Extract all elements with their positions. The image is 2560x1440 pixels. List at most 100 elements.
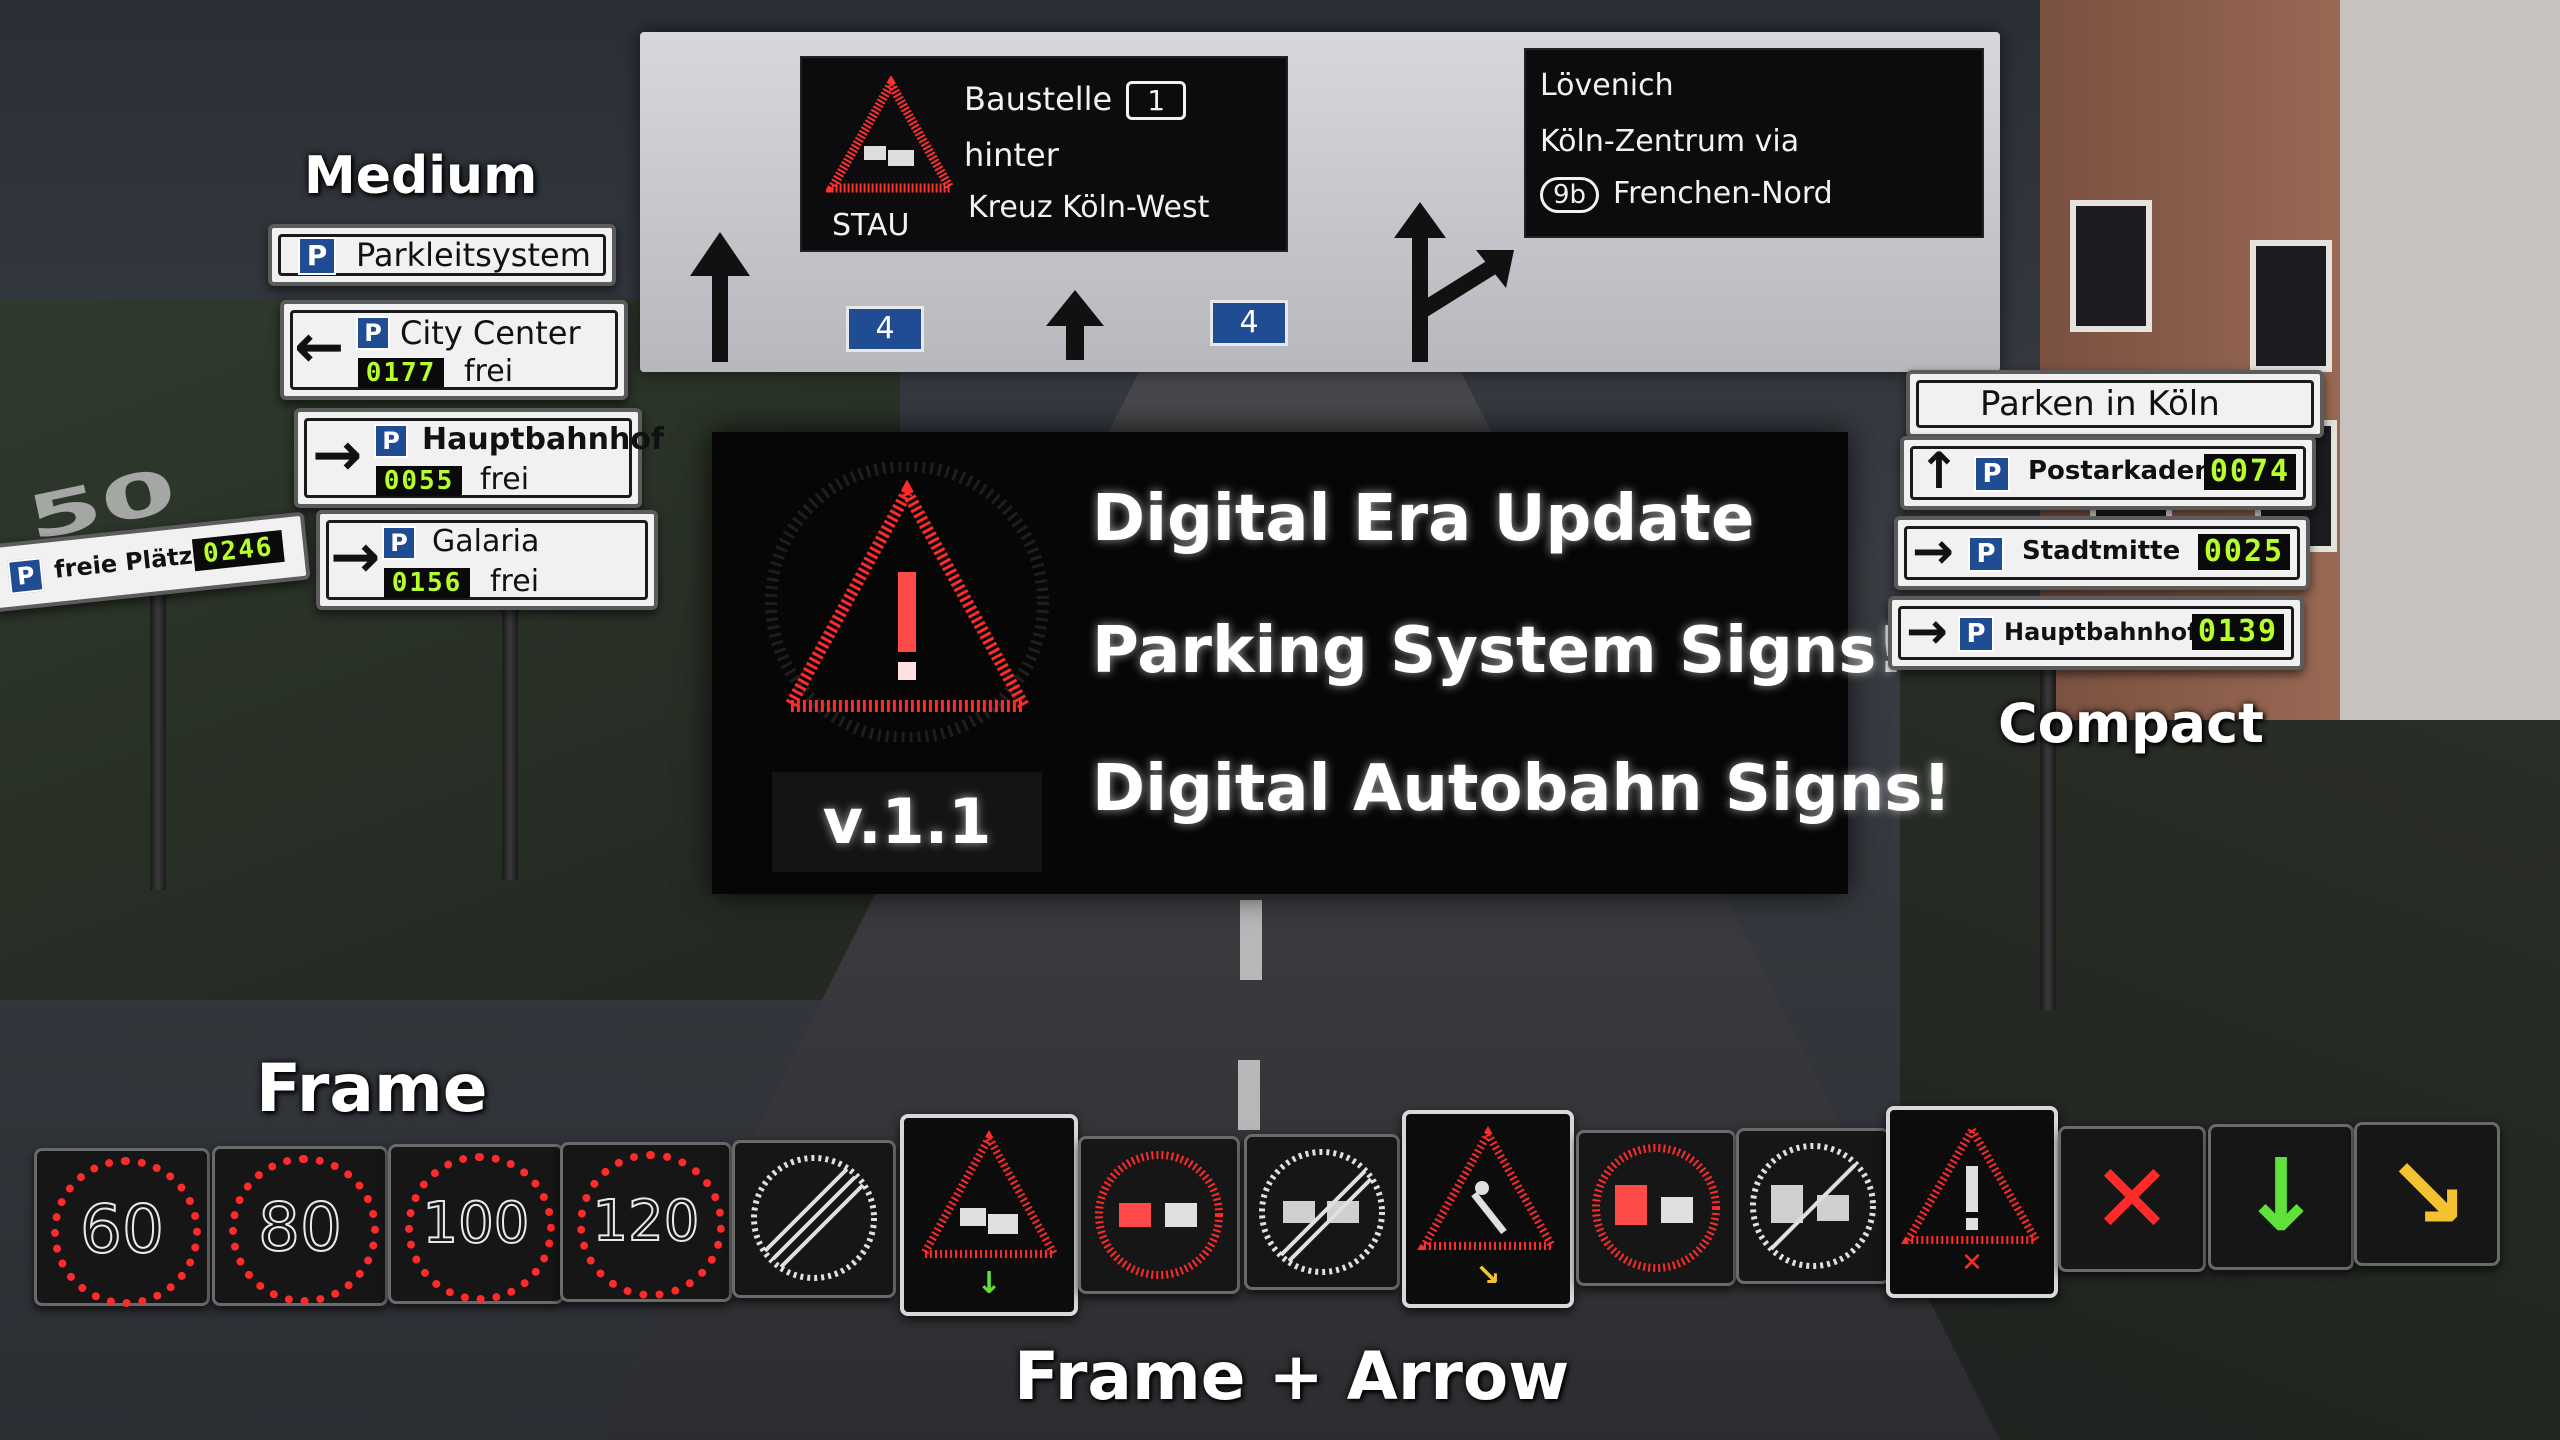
lane-marking bbox=[1238, 1060, 1260, 1130]
yellow-arrow-diagonal-icon: ↘ bbox=[2385, 1135, 2469, 1252]
autobahn-gantry-sign: STAU Baustelle 1 hinter Kreuz Köln-West L… bbox=[640, 32, 2000, 372]
frenchen-text: Frenchen-Nord bbox=[1613, 176, 1833, 211]
banner-line-1: Digital Era Update bbox=[1092, 482, 1755, 556]
speed-value: 80 bbox=[257, 1188, 343, 1267]
gantry-left-panel: STAU Baustelle 1 hinter Kreuz Köln-West bbox=[800, 56, 1288, 252]
parking-p-icon: P bbox=[7, 557, 45, 595]
gantry-line-kreuz: Kreuz Köln-West bbox=[968, 190, 1210, 225]
parking-p-icon: P bbox=[374, 424, 408, 458]
frei-label: frei bbox=[464, 354, 514, 389]
banner-line-2: Parking System Signs! bbox=[1092, 614, 1906, 688]
destination-koeln-zentrum: Köln-Zentrum via bbox=[1540, 124, 1800, 159]
arrow-right-icon: → bbox=[330, 522, 381, 592]
lane-arrow-split-icon bbox=[1394, 202, 1514, 362]
lane-arrow-straight-icon bbox=[690, 232, 750, 362]
lane-marking bbox=[1240, 900, 1262, 980]
compact-parking-sign-hauptbahnhof: → P Hauptbahnhof 0139 bbox=[1888, 596, 2304, 670]
destination-frenchen: 9b Frenchen-Nord bbox=[1540, 176, 1833, 213]
arrow-down-right-icon: ↘ bbox=[1475, 1258, 1501, 1293]
speed-value: 120 bbox=[592, 1188, 701, 1255]
parkleitsystem-title: Parkleitsystem bbox=[356, 236, 591, 274]
building-window bbox=[2070, 200, 2152, 332]
label-frame-arrow: Frame + Arrow bbox=[1014, 1338, 1570, 1415]
medium-parking-sign-hauptbahnhof: → P Hauptbahnhof 0055 frei bbox=[294, 408, 664, 508]
arrow-right-icon: → bbox=[1906, 602, 1948, 660]
lane-arrow-straight-icon bbox=[1046, 290, 1104, 360]
parking-p-icon: P bbox=[1974, 456, 2010, 492]
speed-value: 60 bbox=[79, 1190, 165, 1269]
led-warning-general: ✕ bbox=[1886, 1106, 2058, 1298]
building-side bbox=[2340, 0, 2560, 720]
cross-icon: ✕ bbox=[1961, 1248, 1983, 1278]
end-no-overtaking-icon bbox=[1259, 1149, 1385, 1275]
destination-name: Galaria bbox=[432, 524, 540, 559]
led-no-overtaking bbox=[1078, 1136, 1240, 1294]
arrow-down-icon: ↓ bbox=[976, 1266, 1002, 1301]
autobahn-number-badge: 4 bbox=[846, 306, 924, 352]
sign-pole bbox=[502, 600, 518, 880]
destination-name: City Center bbox=[400, 314, 581, 352]
building-window bbox=[2250, 240, 2332, 372]
gantry-line-hinter: hinter bbox=[964, 136, 1059, 174]
sign-pole bbox=[150, 590, 166, 890]
parking-p-icon: P bbox=[298, 237, 336, 275]
arrow-left-icon: ← bbox=[294, 312, 345, 382]
grass-right bbox=[1900, 640, 2560, 1440]
frei-label: frei bbox=[480, 462, 530, 497]
destination-name: Hauptbahnhof bbox=[2004, 618, 2198, 646]
update-banner: Digital Era Update Parking System Signs!… bbox=[712, 432, 1952, 894]
warning-triangle-icon bbox=[826, 76, 956, 193]
destination-name: Postarkaden bbox=[2028, 456, 2213, 486]
medium-parking-sign-galaria: → P Galaria 0156 frei bbox=[316, 510, 658, 610]
arrow-right-icon: → bbox=[1912, 522, 1954, 580]
led-lane-change: ↘ bbox=[2354, 1122, 2500, 1266]
led-end-no-overtaking bbox=[1244, 1134, 1400, 1290]
parkleitsystem-header-sign: P Parkleitsystem bbox=[268, 224, 616, 286]
parking-p-icon: P bbox=[1958, 616, 1994, 652]
gantry-line-baustelle: Baustelle 1 bbox=[964, 80, 1187, 120]
destination-loevenich: Lövenich bbox=[1540, 68, 1674, 103]
destination-name: Hauptbahnhof bbox=[422, 422, 664, 457]
arrow-up-icon: ↑ bbox=[1918, 442, 1960, 500]
led-speed-limit-100: 100 bbox=[388, 1144, 564, 1304]
led-speed-limit-80: 80 bbox=[212, 1146, 388, 1306]
general-warning-icon bbox=[1901, 1122, 2043, 1244]
compact-header-title: Parken in Köln bbox=[1980, 384, 2220, 424]
parken-in-koeln-header-sign: Parken in Köln bbox=[1906, 370, 2324, 438]
free-space-counter: 0055 bbox=[376, 466, 462, 496]
free-space-counter: 0074 bbox=[2204, 454, 2296, 490]
free-space-counter: 0025 bbox=[2198, 534, 2290, 570]
version-label: v.1.1 bbox=[772, 772, 1042, 872]
free-space-counter: 0139 bbox=[2192, 614, 2284, 650]
destination-name: Stadtmitte bbox=[2022, 536, 2181, 566]
free-space-counter: 0156 bbox=[384, 568, 470, 598]
led-lane-closed: ✕ bbox=[2058, 1126, 2206, 1272]
no-overtaking-trucks-icon bbox=[1592, 1144, 1720, 1272]
banner-line-3: Digital Autobahn Signs! bbox=[1092, 752, 1952, 826]
led-warning-roadworks: ↘ bbox=[1402, 1110, 1574, 1308]
baustelle-text: Baustelle bbox=[964, 80, 1113, 118]
speed-value: 100 bbox=[422, 1190, 531, 1257]
led-warning-exclamation-icon bbox=[765, 462, 1049, 742]
free-space-counter: 0246 bbox=[191, 529, 285, 572]
end-no-overtaking-trucks-icon bbox=[1750, 1143, 1876, 1269]
free-space-counter: 0177 bbox=[358, 358, 444, 388]
autobahn-number-badge: 4 bbox=[1210, 300, 1288, 346]
led-no-overtaking-trucks bbox=[1576, 1130, 1736, 1286]
label-medium: Medium bbox=[304, 146, 538, 206]
led-warning-congestion: ↓ bbox=[900, 1114, 1078, 1316]
parking-p-icon: P bbox=[356, 316, 390, 350]
led-end-restriction bbox=[732, 1140, 896, 1298]
parking-p-icon: P bbox=[382, 526, 416, 560]
roadworks-warning-icon bbox=[1417, 1125, 1559, 1250]
stau-label: STAU bbox=[832, 208, 910, 243]
freie-plaetze-label: freie Plätze bbox=[52, 539, 211, 584]
frei-label: frei bbox=[490, 564, 540, 599]
no-overtaking-icon bbox=[1095, 1151, 1223, 1279]
led-speed-limit-120: 120 bbox=[560, 1142, 732, 1302]
led-lane-open: ↓ bbox=[2208, 1124, 2354, 1270]
congestion-warning-icon bbox=[917, 1129, 1061, 1258]
led-end-no-overtaking-trucks bbox=[1736, 1128, 1890, 1284]
medium-parking-sign-city-center: ← P City Center 0177 frei bbox=[280, 300, 628, 400]
label-compact: Compact bbox=[1998, 692, 2264, 755]
